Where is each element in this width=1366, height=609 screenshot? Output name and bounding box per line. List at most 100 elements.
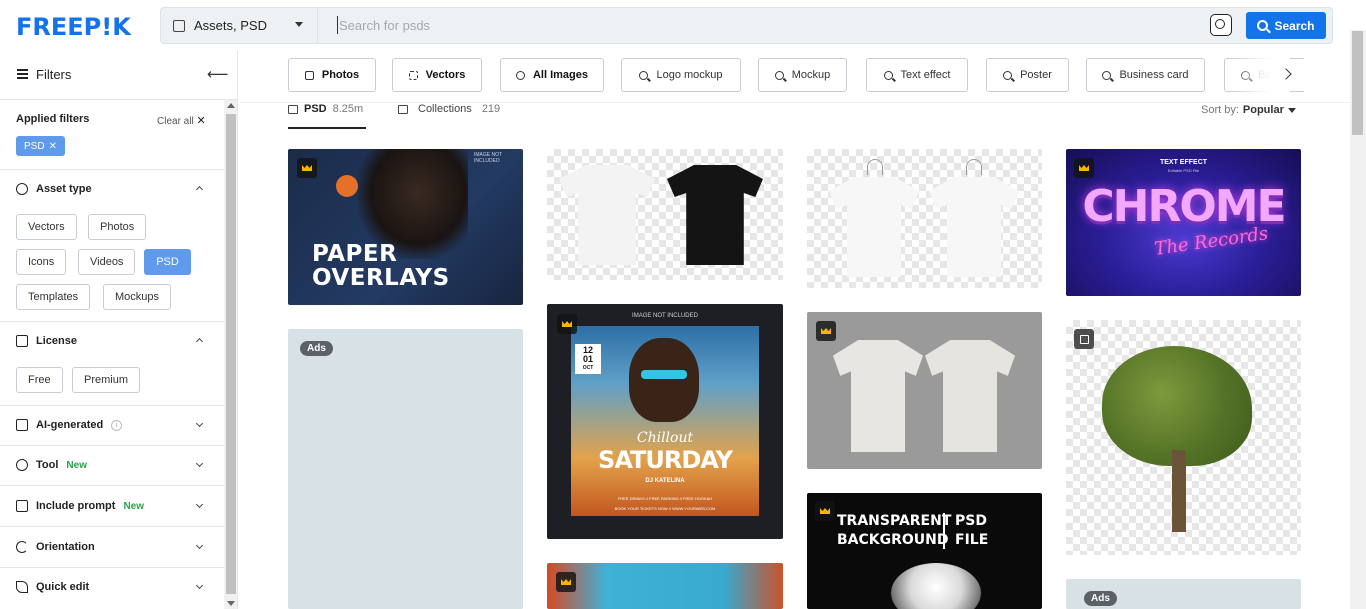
filters-sidebar: Filters ⟵ Applied filters Clear all ✕ PS… bbox=[0, 50, 238, 609]
sidebar-scrollbar-thumb[interactable] bbox=[226, 114, 236, 594]
white-tshirt-back-image bbox=[929, 177, 1019, 277]
result-card-paper-overlays[interactable]: IMAGE NOT INCLUDED PAPER OVERLAYS bbox=[288, 149, 523, 305]
filters-header: Filters ⟵ bbox=[0, 50, 237, 100]
filters-title: Filters bbox=[36, 67, 72, 82]
search-bar: Assets, PSD Search bbox=[160, 7, 1333, 44]
search-icon bbox=[639, 70, 649, 80]
new-badge: New bbox=[123, 500, 145, 512]
caret-down-icon bbox=[1287, 107, 1296, 113]
tool-label: Tool bbox=[36, 459, 59, 471]
applied-filter-chip[interactable]: PSD ✕ bbox=[16, 136, 65, 156]
ai-generated-label: AI-generated bbox=[36, 419, 104, 431]
portrait-image bbox=[629, 338, 699, 422]
tab-psd[interactable]: PSD 8.25m bbox=[288, 103, 363, 115]
sort-dropdown[interactable]: Sort by: Popular bbox=[1201, 104, 1296, 116]
ai-generated-icon bbox=[1074, 329, 1094, 349]
category-all-images[interactable]: All Images bbox=[500, 58, 604, 92]
category-vectors[interactable]: Vectors bbox=[392, 58, 482, 92]
result-card-chrome-text-effect[interactable]: TEXT EFFECT Editable PSD File CHROME The… bbox=[1066, 149, 1301, 296]
flyer-info: FREE DRINKS // FREE PARKING // FREE HOOK… bbox=[617, 496, 713, 501]
quick-edit-section[interactable]: Quick edit bbox=[16, 577, 208, 597]
ai-icon bbox=[16, 419, 28, 431]
divider bbox=[0, 567, 224, 568]
license-section[interactable]: License bbox=[16, 331, 208, 351]
asset-type-dropdown[interactable]: Assets, PSD bbox=[161, 8, 318, 43]
category-bar: Photos Vectors All Images Logo mockup Mo… bbox=[288, 58, 1304, 92]
premium-crown-icon bbox=[1074, 158, 1094, 178]
category-photos[interactable]: Photos bbox=[288, 58, 376, 92]
tab-label: PSD bbox=[304, 103, 327, 115]
result-card-collage[interactable] bbox=[547, 563, 783, 609]
chevron-down-icon bbox=[195, 581, 204, 590]
filter-photos[interactable]: Photos bbox=[88, 214, 147, 240]
remove-filter-icon[interactable]: ✕ bbox=[49, 141, 57, 152]
search-button[interactable]: Search bbox=[1246, 12, 1326, 39]
collapse-sidebar-icon[interactable]: ⟵ bbox=[207, 65, 229, 83]
orientation-section[interactable]: Orientation bbox=[16, 537, 208, 557]
date-badge: 12 01 OCT bbox=[575, 344, 601, 374]
result-card-transparent-background[interactable]: TRANSPARENT BACKGROUND PSD FILE bbox=[807, 493, 1042, 609]
filter-vectors[interactable]: Vectors bbox=[16, 214, 77, 240]
flyer-dj: DJ KATELINA bbox=[645, 478, 685, 484]
image-search-icon[interactable] bbox=[1210, 14, 1232, 36]
tab-label: Collections bbox=[418, 103, 472, 115]
premium-crown-icon bbox=[816, 321, 836, 341]
shapes-icon bbox=[16, 183, 28, 195]
scroll-up-icon[interactable] bbox=[227, 103, 235, 108]
filter-psd[interactable]: PSD bbox=[144, 249, 191, 275]
filter-mockups[interactable]: Mockups bbox=[103, 284, 172, 310]
clear-all-button[interactable]: Clear all ✕ bbox=[157, 114, 206, 127]
category-text-effect[interactable]: Text effect bbox=[866, 58, 968, 92]
filter-videos[interactable]: Videos bbox=[78, 249, 136, 275]
divider bbox=[0, 485, 224, 486]
result-card-hanging-tshirts[interactable] bbox=[807, 149, 1042, 288]
image-note: IMAGE NOT INCLUDED bbox=[474, 152, 502, 164]
category-business-card[interactable]: Business card bbox=[1086, 58, 1205, 92]
info-icon[interactable]: i bbox=[111, 419, 123, 431]
asset-type-section[interactable]: Asset type bbox=[16, 179, 208, 199]
divider bbox=[0, 169, 224, 170]
caret-down-icon bbox=[295, 22, 303, 27]
ai-generated-section[interactable]: AI-generated i bbox=[16, 415, 208, 435]
result-card-tshirt-mockup[interactable] bbox=[807, 312, 1042, 469]
shapes-icon bbox=[515, 70, 525, 80]
filter-premium[interactable]: Premium bbox=[72, 367, 141, 393]
divider bbox=[0, 526, 224, 527]
result-card-tshirts[interactable] bbox=[547, 149, 783, 280]
result-card-tree[interactable] bbox=[1066, 320, 1301, 555]
license-label: License bbox=[36, 335, 77, 347]
search-icon bbox=[774, 70, 784, 80]
search-input[interactable] bbox=[337, 8, 1197, 43]
prompt-icon bbox=[16, 500, 28, 512]
premium-crown-icon bbox=[557, 314, 577, 334]
tool-icon bbox=[16, 459, 28, 471]
applied-filters-label: Applied filters bbox=[16, 113, 90, 125]
filter-templates[interactable]: Templates bbox=[16, 284, 91, 310]
filter-icons[interactable]: Icons bbox=[16, 249, 67, 275]
divider bbox=[0, 445, 224, 446]
asset-type-label: Asset type bbox=[36, 183, 92, 195]
category-mockup[interactable]: Mockup bbox=[758, 58, 847, 92]
applied-filter-label: PSD bbox=[24, 140, 45, 152]
search-icon bbox=[1102, 70, 1112, 80]
new-badge: New bbox=[66, 459, 87, 471]
category-poster[interactable]: Poster bbox=[986, 58, 1069, 92]
photo-icon bbox=[288, 104, 298, 114]
card-title: TRANSPARENT BACKGROUND bbox=[837, 512, 951, 550]
tool-section[interactable]: Tool New bbox=[16, 455, 208, 475]
card-title-line: OVERLAYS bbox=[312, 265, 450, 291]
tab-collections[interactable]: Collections 219 bbox=[398, 103, 500, 115]
ad-card[interactable]: Ads bbox=[1066, 579, 1301, 609]
page-scrollbar-thumb[interactable] bbox=[1352, 31, 1363, 135]
freepik-logo[interactable]: FREEP!K bbox=[16, 13, 131, 41]
result-card-flyer[interactable]: 12 01 OCT Chillout SATURDAY DJ KATELINA … bbox=[547, 304, 783, 539]
divider bbox=[0, 321, 224, 322]
ad-card[interactable]: Ads bbox=[288, 329, 523, 609]
filter-free[interactable]: Free bbox=[16, 367, 63, 393]
scroll-down-icon[interactable] bbox=[227, 601, 235, 606]
sort-value: Popular bbox=[1242, 104, 1284, 116]
category-logo-mockup[interactable]: Logo mockup bbox=[621, 58, 741, 92]
include-prompt-section[interactable]: Include prompt New bbox=[16, 496, 208, 516]
card-subtitle-line: PSD bbox=[955, 513, 987, 529]
text-cursor bbox=[337, 16, 338, 34]
